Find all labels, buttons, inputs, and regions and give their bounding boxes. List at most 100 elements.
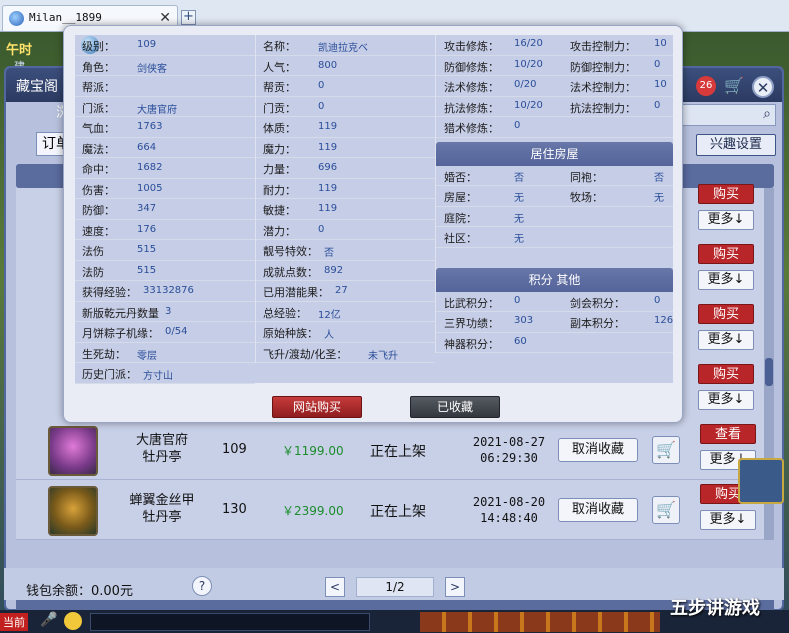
shop-close-button[interactable]: ✕: [752, 76, 774, 98]
info-row: 社区： 无: [436, 227, 673, 248]
stat-label: 飞升/渡劫/化圣：: [263, 347, 348, 361]
stat-value: 0: [318, 80, 325, 91]
stat-label: 力量：: [263, 163, 296, 176]
row-name: 大唐官府 牡丹亭: [135, 433, 188, 465]
table-row: 蝉翼金丝甲 牡丹亭 130 ￥2399.00 正在上架 2021-08-20 14:…: [16, 482, 764, 540]
info-label: 攻击修炼：: [444, 40, 499, 53]
stat-value: 剑侠客: [137, 63, 167, 75]
info-label: 抗法修炼：: [444, 101, 499, 115]
current-channel-label[interactable]: 当前: [0, 613, 28, 631]
stat-row: 耐力： 119: [256, 179, 435, 199]
stat-value: 人: [324, 330, 334, 341]
character-avatar[interactable]: [48, 426, 98, 476]
buy-button[interactable]: 购买: [698, 304, 754, 324]
stat-value: 1005: [137, 182, 163, 194]
info-label: 婚否：: [444, 170, 477, 184]
stat-value: 否: [324, 248, 334, 259]
info-row: 婚否： 否 同袍： 否: [436, 166, 673, 186]
stat-label: 魔力：: [263, 142, 296, 156]
stat-value: 696: [318, 162, 338, 173]
stat-row: 生死劫： 零层: [75, 343, 255, 363]
more-button[interactable]: 更多↓: [698, 270, 754, 290]
cancel-favorite-button[interactable]: 取消收藏: [558, 498, 638, 522]
stat-label: 名称：: [263, 40, 296, 53]
info-value: 16/20: [514, 38, 543, 49]
stat-label: 原始种族：: [263, 327, 318, 340]
stat-row: 速度： 176: [75, 220, 255, 240]
stat-row: 历史门派： 方寸山: [75, 363, 255, 384]
row-status: 正在上架: [370, 444, 426, 460]
stat-value: 176: [137, 223, 157, 235]
chat-input[interactable]: [90, 613, 370, 631]
more-button[interactable]: 更多↓: [698, 330, 754, 350]
next-page-button[interactable]: >: [445, 577, 465, 597]
info-value: 否: [654, 172, 664, 184]
stat-row: 成就点数： 892: [256, 261, 435, 281]
cancel-favorite-button[interactable]: 取消收藏: [558, 438, 638, 462]
buy-button[interactable]: 购买: [698, 244, 754, 264]
stat-label: 体质：: [263, 122, 296, 135]
stat-value: 0: [318, 100, 325, 112]
stat-value: 33132876: [143, 285, 194, 296]
cart-icon[interactable]: 🛒: [652, 436, 680, 464]
cart-icon[interactable]: 🛒: [724, 76, 744, 95]
stat-value: 大唐官府: [137, 104, 177, 116]
shop-title: 藏宝阁: [16, 79, 58, 95]
stat-label: 门派：: [82, 101, 115, 115]
chat-icon[interactable]: [64, 612, 82, 630]
stat-row: 帮贡： 0: [256, 76, 435, 97]
stat-row: 体质： 119: [256, 117, 435, 138]
tab-title: Milan__1899: [29, 11, 102, 24]
info-label: 社区：: [444, 232, 477, 245]
page-indicator: 1/2: [356, 577, 434, 597]
stat-value: 347: [137, 203, 157, 214]
stat-label: 敏捷：: [263, 204, 296, 217]
tab-close-icon[interactable]: ✕: [159, 10, 171, 26]
stat-label: 靓号特效：: [263, 245, 318, 258]
stat-value: 664: [137, 141, 157, 153]
dragon-icon[interactable]: [738, 458, 784, 504]
stat-label: 速度：: [82, 224, 115, 238]
scrollbar-thumb[interactable]: [765, 358, 773, 386]
stat-label: 防御：: [82, 204, 115, 217]
stat-value: 1682: [137, 162, 163, 173]
cart-icon[interactable]: 🛒: [652, 496, 680, 524]
stat-label: 月饼粽子机缘：: [82, 327, 159, 340]
item-avatar[interactable]: [48, 486, 98, 536]
buy-button[interactable]: 购买: [698, 364, 754, 384]
stat-row: 获得经验： 33132876: [75, 281, 255, 302]
stat-row: 魔法： 664: [75, 138, 255, 158]
stat-row: 伤害： 1005: [75, 179, 255, 199]
table-row: 大唐官府 牡丹亭 109 ￥1199.00 正在上架 2021-08-27 06:2…: [16, 422, 764, 480]
info-label: 比武积分：: [444, 296, 499, 310]
buy-button[interactable]: 购买: [698, 184, 754, 204]
stat-label: 角色：: [82, 60, 115, 74]
stat-label: 门贡：: [263, 101, 296, 115]
interest-settings-button[interactable]: 兴趣设置: [696, 134, 776, 156]
stat-row: 门派： 大唐官府: [75, 97, 255, 117]
stat-row: 帮派：: [75, 76, 255, 97]
more-button[interactable]: 更多↓: [698, 390, 754, 410]
stat-label: 法伤: [82, 245, 104, 258]
info-label: 神器积分：: [444, 337, 499, 351]
stat-row: 角色： 剑侠客: [75, 56, 255, 76]
info-value: 否: [514, 172, 524, 184]
wallet-balance: 钱包余额：0.00元: [26, 584, 133, 599]
more-button[interactable]: 更多↓: [700, 510, 756, 530]
search-icon[interactable]: ⌕: [763, 106, 771, 122]
microphone-icon[interactable]: 🎤: [40, 612, 57, 628]
new-tab-button[interactable]: +: [181, 10, 196, 25]
stat-value: 515: [137, 244, 157, 255]
view-button[interactable]: 查看: [700, 424, 756, 444]
row-timestamp: 2021-08-27 06:29:30: [472, 435, 546, 465]
quick-item-bar[interactable]: [420, 612, 660, 632]
info-value: 0: [654, 58, 661, 70]
buy-on-website-button[interactable]: 网站购买: [272, 396, 362, 418]
collected-button[interactable]: 已收藏: [410, 396, 500, 418]
row-level: 109: [222, 442, 247, 457]
more-button[interactable]: 更多↓: [698, 210, 754, 230]
stat-value: 800: [318, 59, 338, 71]
help-button[interactable]: ?: [192, 576, 212, 596]
prev-page-button[interactable]: <: [325, 577, 345, 597]
row-level: 130: [222, 502, 247, 517]
